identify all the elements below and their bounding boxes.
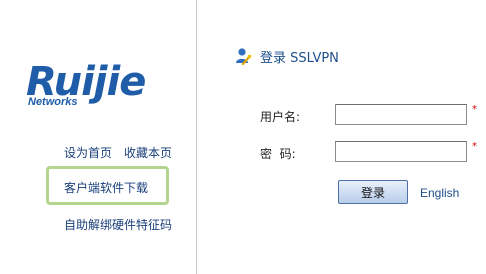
username-input[interactable]: [335, 104, 467, 125]
login-title: 登录 SSLVPN: [234, 46, 339, 66]
login-button[interactable]: 登录: [338, 180, 408, 204]
username-required-mark: *: [472, 104, 477, 115]
client-download-link[interactable]: 客户端软件下载: [64, 179, 148, 196]
password-required-mark: *: [472, 141, 477, 152]
username-label: 用户名:: [260, 110, 301, 124]
password-label: 密 码:: [260, 147, 296, 161]
vertical-divider: [196, 0, 197, 274]
unbind-hardware-link[interactable]: 自助解绑硬件特征码: [64, 216, 172, 233]
login-title-text: 登录 SSLVPN: [260, 50, 339, 66]
english-language-link[interactable]: English: [420, 186, 459, 200]
bookmark-page-link[interactable]: 收藏本页: [124, 144, 172, 161]
ruijie-logo: Ruijie Networks: [26, 59, 176, 114]
password-input[interactable]: [335, 141, 467, 162]
set-homepage-link[interactable]: 设为首页: [64, 144, 112, 161]
left-panel: Ruijie Networks 设为首页 收藏本页 客户端软件下载 自助解绑硬件…: [0, 0, 196, 274]
logo-subtitle: Networks: [28, 96, 78, 108]
user-key-icon: [234, 47, 252, 66]
